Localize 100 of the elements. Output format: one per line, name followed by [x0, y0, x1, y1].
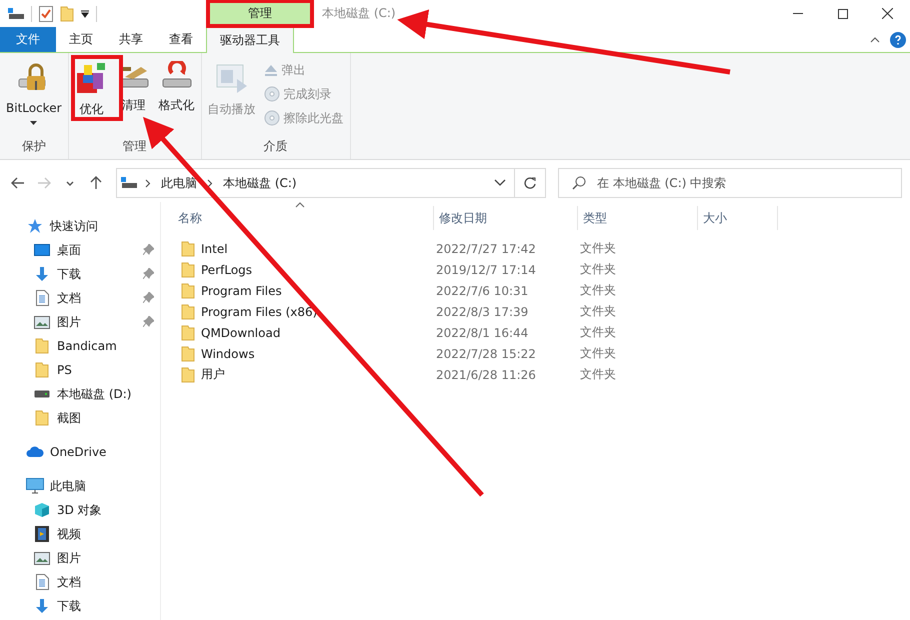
- ribbon-tab[interactable]: 文件: [0, 27, 56, 52]
- document-icon: [36, 574, 48, 590]
- nav-item[interactable]: 3D 对象: [57, 502, 102, 518]
- file-type: 文件夹: [580, 366, 617, 383]
- nav-label: 此电脑: [50, 478, 86, 494]
- window-title: 本地磁盘 (C:): [322, 5, 397, 22]
- file-name[interactable]: 用户: [201, 366, 225, 383]
- modified-date: 2022/8/1 16:44: [435, 326, 530, 340]
- folder-icon: [60, 6, 74, 22]
- drive-icon: [34, 390, 50, 398]
- breadcrumb[interactable]: 本地磁盘 (C:): [221, 174, 299, 192]
- modified-date: 2022/8/3 17:39: [435, 304, 530, 318]
- dropdown-icon[interactable]: [81, 10, 89, 18]
- help-icon[interactable]: [890, 32, 906, 48]
- modified-date: 2022/7/6 10:31: [435, 284, 530, 298]
- nav-item[interactable]: 截图: [57, 410, 81, 426]
- ribbon-tab[interactable]: 驱动器工具: [206, 27, 294, 53]
- file-name[interactable]: QMDownload: [201, 326, 280, 340]
- up-arrow-icon[interactable]: [88, 175, 104, 191]
- nav-item[interactable]: 图片: [57, 314, 81, 330]
- nav-item[interactable]: 桌面: [57, 242, 81, 258]
- file-type: 文件夹: [580, 303, 617, 320]
- search-field[interactable]: 在 本地磁盘 (C:) 中搜索: [558, 168, 902, 198]
- disc-icon: [264, 86, 280, 102]
- folder-icon: [35, 410, 49, 426]
- picture-icon: [34, 552, 50, 564]
- chevron-icon: [145, 178, 151, 188]
- modified-date: 2019/12/7 17:14: [435, 262, 537, 276]
- nav-item[interactable]: PS: [57, 363, 72, 377]
- folder-icon: [181, 346, 195, 362]
- chevron-icon: [207, 178, 213, 188]
- folder-icon: [181, 262, 195, 278]
- nav-item[interactable]: Bandicam: [57, 339, 117, 353]
- file-type: 文件夹: [580, 345, 617, 362]
- drive-icon[interactable]: [8, 8, 24, 20]
- ribbon-button[interactable]: 格式化: [156, 57, 198, 137]
- nav-item[interactable]: 视频: [57, 526, 81, 542]
- monitor-icon: [26, 478, 44, 494]
- ribbon-tab[interactable]: 主页: [56, 27, 106, 52]
- group-label: 保护: [20, 138, 47, 155]
- back-icon[interactable]: [10, 175, 26, 191]
- collapse-ribbon-icon[interactable]: [870, 36, 880, 42]
- picture-icon: [34, 316, 50, 328]
- group-label: 介质: [262, 138, 289, 155]
- nav-item[interactable]: 下载: [57, 598, 81, 614]
- folder-icon: [181, 366, 195, 382]
- nav-label: 快速访问: [50, 218, 98, 234]
- file-type: 文件夹: [580, 324, 617, 341]
- highlight-frame: [71, 55, 123, 121]
- file-name[interactable]: Intel: [201, 242, 228, 256]
- search-icon: [572, 176, 586, 190]
- pin-icon[interactable]: [143, 292, 154, 303]
- nav-item[interactable]: 此电脑: [0, 474, 160, 498]
- folder-icon: [181, 282, 195, 298]
- ribbon-tab[interactable]: 查看: [156, 27, 206, 52]
- column-header[interactable]: 修改日期: [434, 206, 578, 230]
- column-header[interactable]: 大小: [698, 206, 778, 230]
- nav-item[interactable]: OneDrive: [0, 440, 160, 464]
- folder-icon: [181, 304, 195, 320]
- eject-icon: [264, 63, 278, 77]
- drive-icon: [121, 177, 137, 189]
- breadcrumb[interactable]: 此电脑: [159, 174, 199, 192]
- nav-item[interactable]: 图片: [57, 550, 81, 566]
- nav-label: OneDrive: [50, 445, 106, 459]
- group-label: 管理: [122, 138, 148, 155]
- file-name[interactable]: Windows: [201, 346, 255, 360]
- folder-icon: [181, 240, 195, 256]
- nav-item[interactable]: 下载: [57, 266, 81, 282]
- maximize-icon[interactable]: [838, 8, 848, 18]
- pin-icon[interactable]: [143, 268, 154, 279]
- address-bar[interactable]: 此电脑 本地磁盘 (C:): [116, 168, 546, 198]
- minimize-icon[interactable]: [792, 13, 802, 14]
- dropdown-icon[interactable]: [494, 179, 506, 187]
- column-header[interactable]: 类型: [578, 206, 698, 230]
- file-name[interactable]: Program Files: [201, 284, 282, 298]
- checkmark-icon[interactable]: [39, 6, 53, 22]
- column-header[interactable]: 名称: [173, 206, 434, 230]
- file-type: 文件夹: [580, 240, 617, 257]
- nav-item[interactable]: 文档: [57, 574, 81, 590]
- nav-item[interactable]: 本地磁盘 (D:): [57, 386, 132, 402]
- desktop-icon: [34, 243, 50, 257]
- cube-icon: [34, 502, 50, 518]
- pin-icon[interactable]: [143, 316, 154, 327]
- file-type: 文件夹: [580, 282, 617, 299]
- disc-icon: [264, 110, 280, 126]
- ribbon-button[interactable]: BitLocker: [3, 57, 65, 137]
- document-icon: [36, 290, 48, 306]
- star-icon: [27, 218, 43, 234]
- film-icon: [35, 526, 49, 542]
- nav-item[interactable]: 文档: [57, 290, 81, 306]
- file-name[interactable]: PerfLogs: [201, 262, 252, 276]
- ribbon-tab[interactable]: 共享: [106, 27, 156, 52]
- modified-date: 2022/7/27 17:42: [435, 242, 537, 256]
- refresh-icon[interactable]: [524, 176, 536, 190]
- file-type: 文件夹: [580, 261, 617, 278]
- folder-icon: [181, 324, 195, 340]
- close-icon[interactable]: [882, 8, 893, 19]
- pin-icon[interactable]: [143, 244, 154, 255]
- nav-item[interactable]: 快速访问: [0, 214, 160, 238]
- ribbon-button[interactable]: 优化: [72, 57, 112, 137]
